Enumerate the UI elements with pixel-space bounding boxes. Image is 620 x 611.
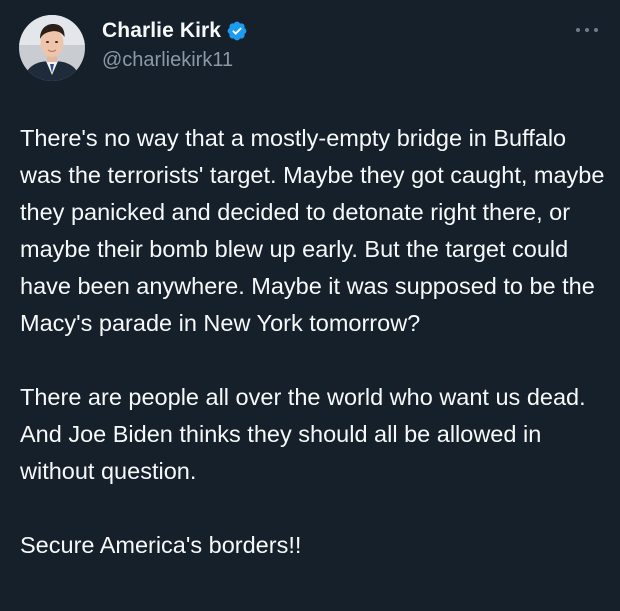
avatar[interactable]: [19, 15, 85, 81]
tweet-paragraph: Secure America's borders!!: [20, 532, 302, 558]
tweet-paragraph: There's no way that a mostly-empty bridg…: [20, 125, 605, 336]
verified-badge-icon: [227, 21, 247, 41]
tweet-text: There's no way that a mostly-empty bridg…: [20, 120, 605, 564]
author-handle[interactable]: @charliekirk11: [102, 49, 233, 72]
tweet-card: Charlie Kirk @charliekirk11 There's no w…: [0, 0, 620, 611]
tweet-paragraph: There are people all over the world who …: [20, 384, 586, 484]
more-options-icon[interactable]: [572, 22, 602, 38]
author-name-row: Charlie Kirk: [102, 17, 248, 45]
author-display-name[interactable]: Charlie Kirk: [102, 19, 221, 43]
avatar-image: [19, 15, 85, 81]
